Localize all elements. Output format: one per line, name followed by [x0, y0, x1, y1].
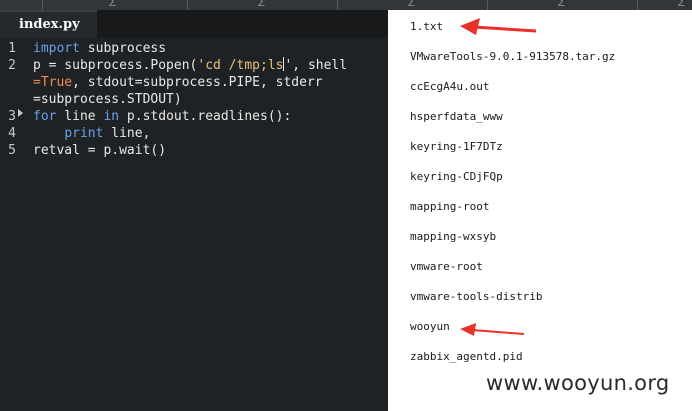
code-line: 1 import subprocess: [0, 40, 388, 57]
code-token: subprocess: [79, 41, 167, 56]
code-text: for line in p.stdout.readlines():: [33, 108, 291, 125]
terminal-prompt-icon: ∑: [408, 0, 415, 7]
file-list-item: keyring-CDjFQp: [410, 170, 503, 183]
line-number: 5: [8, 143, 16, 158]
code-token: =True: [33, 75, 73, 90]
watermark-text: www.wooyun.org: [486, 371, 670, 395]
tab-index-py[interactable]: index.py: [0, 10, 97, 38]
fold-arrow-icon[interactable]: [18, 109, 23, 117]
code-text: import subprocess: [33, 40, 166, 57]
code-token: import: [33, 41, 80, 56]
file-list-item: vmware-tools-distrib: [410, 290, 543, 303]
pane-divider: [42, 0, 43, 10]
code-text: retval = p.wait(): [33, 142, 166, 159]
code-line: 3 for line in p.stdout.readlines():: [0, 108, 388, 125]
code-token: p.stdout.readlines():: [119, 109, 292, 124]
code-token: 'cd /tmp;ls: [197, 58, 284, 73]
line-number: 2: [8, 58, 16, 73]
code-text: =True, stdout=subprocess.PIPE, stderr: [33, 74, 323, 91]
code-area[interactable]: 1 import subprocess 2 p = subprocess.Popen(…: [0, 40, 388, 159]
code-text: p = subprocess.Popen('cd /tmp;ls', shell: [33, 57, 347, 74]
file-list-item: zabbix_agentd.pid: [410, 350, 523, 363]
code-token: , stdout=subprocess.PIPE, stderr: [72, 75, 323, 90]
tab-label: index.py: [19, 17, 80, 32]
code-line: =subprocess.STDOUT): [0, 91, 388, 108]
code-token: in: [103, 109, 120, 124]
code-token: for: [33, 109, 57, 124]
file-listing-output: www.wooyun.org 1.txt VMwareTools-9.0.1-91…: [388, 10, 692, 411]
code-editor: index.py 1 import subprocess 2 p = subproce…: [0, 10, 388, 411]
code-line: 4 print line,: [0, 125, 388, 142]
file-list-item: vmware-root: [410, 260, 483, 273]
pane-divider: [487, 0, 488, 10]
pane-divider: [337, 0, 338, 10]
red-arrow-icon: [460, 18, 537, 35]
code-line: =True, stdout=subprocess.PIPE, stderr: [0, 74, 388, 91]
code-token: retval = p.wait(): [33, 143, 167, 158]
code-token: ', shell: [284, 58, 348, 73]
code-token: line: [56, 109, 104, 124]
file-list-item: 1.txt: [410, 20, 444, 33]
file-list-item: ccEcgA4u.out: [410, 80, 490, 93]
file-list-item: wooyun: [410, 320, 450, 333]
file-list-item: mapping-wxsyb: [410, 230, 497, 243]
code-text: print line,: [33, 125, 150, 142]
line-number: 3: [8, 109, 16, 124]
terminal-prompt-icon: ∑: [258, 0, 265, 7]
terminal-prompt-icon: ∑: [109, 0, 116, 7]
pane-divider: [187, 0, 188, 10]
code-token: print: [64, 126, 104, 141]
editor-tab-bar: index.py: [0, 10, 388, 38]
pane-divider: [637, 0, 638, 10]
file-list-item: hsperfdata_www: [410, 110, 503, 123]
line-number: 4: [8, 126, 16, 141]
code-token: p = subprocess.Popen(: [33, 58, 198, 73]
red-arrow-icon: [460, 323, 525, 336]
code-token: line,: [103, 126, 151, 141]
code-token: =subprocess.STDOUT): [33, 92, 182, 107]
code-line: 5 retval = p.wait(): [0, 142, 388, 159]
terminal-prompt-icon: ∑: [678, 0, 685, 7]
terminal-prompt-icon: ∑: [558, 0, 565, 7]
top-pane-strip: ∑ ∑ ∑ ∑ ∑: [0, 0, 692, 10]
file-list-item: VMwareTools-9.0.1-913578.tar.gz: [410, 50, 616, 63]
code-text: =subprocess.STDOUT): [33, 91, 182, 108]
file-list-item: mapping-root: [410, 200, 490, 213]
code-line: 2 p = subprocess.Popen('cd /tmp;ls', shel…: [0, 57, 388, 74]
line-number: 1: [8, 41, 16, 56]
file-list-item: keyring-1F7DTz: [410, 140, 503, 153]
